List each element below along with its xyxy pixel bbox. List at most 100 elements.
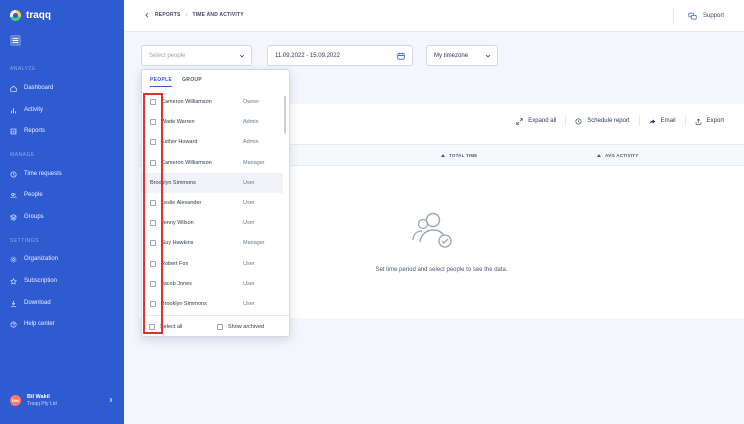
home-icon [10, 85, 17, 92]
people-dropdown: PEOPLE GROUP Cameron Williamson Owner Wad… [141, 69, 290, 337]
chevron-down-icon [239, 54, 245, 58]
schedule-report-label: Schedule report [587, 118, 630, 124]
person-role: Admin [243, 119, 259, 126]
list-item[interactable]: Wade Warren Admin [142, 112, 283, 132]
breadcrumb-separator: › [185, 12, 188, 18]
sidebar-item-organization[interactable]: Organization [10, 253, 58, 265]
star-icon [10, 277, 17, 285]
sidebar-item-label: Activity [24, 107, 44, 113]
show-archived-label: Show archived [228, 324, 265, 330]
list-item[interactable]: Guy Hawkins Manager [142, 233, 283, 253]
email-button[interactable]: Email [640, 116, 686, 126]
tab-people[interactable]: PEOPLE [150, 77, 173, 87]
user-name: Bil Wakil [27, 394, 50, 400]
schedule-icon [575, 118, 582, 124]
column-header-total-time[interactable]: TOTAL TIME [441, 153, 478, 158]
brand-logo[interactable]: traqq [10, 10, 51, 21]
empty-people-illustration-icon [412, 212, 452, 248]
top-bar: REPORTS › TIME AND ACTIVITY Support [124, 0, 744, 32]
person-role: User [243, 220, 255, 227]
list-item-hovered[interactable]: Brooklyn Simmons User [142, 172, 283, 193]
sort-arrow-icon [441, 154, 445, 157]
groups-icon [10, 213, 17, 221]
breadcrumb: REPORTS › TIME AND ACTIVITY [144, 12, 244, 18]
sidebar-item-label: People [24, 192, 43, 198]
person-role: Owner [243, 99, 260, 106]
column-label: TOTAL TIME [449, 153, 478, 158]
person-role: User [243, 260, 255, 267]
show-archived-checkbox[interactable]: Show archived [217, 324, 264, 330]
person-role: Admin [243, 139, 259, 146]
list-item[interactable]: Esther Howard Admin [142, 132, 283, 152]
list-scrollbar[interactable] [284, 96, 286, 134]
list-item[interactable]: Cameron Williamson Manager [142, 153, 283, 173]
download-icon [11, 300, 16, 307]
sidebar-item-dashboard[interactable]: Dashboard [10, 82, 53, 94]
people-icon [10, 192, 17, 198]
collapse-menu-button[interactable] [10, 35, 21, 46]
highlight-annotation-box [143, 93, 163, 334]
person-role: Manager [243, 159, 265, 166]
user-company: Traqq Pty Ltd [27, 401, 57, 407]
timezone-value: My timezone [434, 52, 469, 59]
help-icon [10, 321, 17, 327]
dropdown-footer: Select all Show archived [142, 315, 289, 337]
expand-all-label: Expand all [528, 118, 557, 124]
people-list: Cameron Williamson Owner Wade Warren Admin… [142, 92, 283, 314]
expand-all-button[interactable]: Expand all [507, 116, 567, 126]
person-name: Brooklyn Simmons [161, 300, 207, 307]
support-button[interactable]: Support [672, 8, 724, 24]
list-item[interactable]: Jacob Jones User [142, 274, 283, 294]
list-item[interactable]: Brooklyn Simmons User [142, 294, 283, 314]
breadcrumb-reports[interactable]: REPORTS [155, 12, 181, 18]
list-item[interactable]: Cameron Williamson Owner [142, 92, 283, 112]
bar-chart-icon [10, 107, 17, 113]
gear-icon [10, 256, 17, 262]
checkbox[interactable] [217, 324, 223, 330]
date-range-picker[interactable]: 11.09.2022 - 15.09.2022 [267, 45, 413, 66]
back-chevron-icon[interactable] [144, 12, 150, 18]
list-item[interactable]: Leslie Alexander User [142, 193, 283, 213]
calendar-icon [397, 52, 405, 60]
person-name: Jacob Jones [161, 280, 192, 287]
list-item[interactable]: Robert Fox User [142, 254, 283, 274]
sidebar-item-help-center[interactable]: Help center [10, 318, 55, 330]
sidebar-item-label: Time requests [24, 171, 62, 177]
chevron-right-icon [109, 397, 113, 403]
person-name: Leslie Alexander [161, 200, 202, 207]
list-item[interactable]: Jenny Wilson User [142, 213, 283, 233]
person-role: User [243, 179, 255, 186]
chevron-down-icon [485, 54, 491, 58]
column-header-avg-activity[interactable]: AVG ACTIVITY [597, 153, 638, 158]
person-name: Cameron Williamson [161, 99, 212, 106]
person-name: Esther Howard [161, 139, 198, 146]
reports-icon [10, 128, 17, 134]
person-role: Manager [243, 240, 265, 247]
schedule-report-button[interactable]: Schedule report [566, 116, 640, 126]
person-name: Cameron Williamson [161, 159, 212, 166]
user-profile[interactable]: BW Bil Wakil Traqq Pty Ltd [10, 394, 114, 407]
sidebar-item-subscription[interactable]: Subscription [10, 275, 57, 287]
sidebar-item-label: Groups [24, 214, 44, 220]
sidebar-item-activity[interactable]: Activity [10, 104, 43, 116]
sidebar-item-label: Organization [24, 256, 59, 262]
date-range-value: 11.09.2022 - 15.09.2022 [275, 52, 340, 59]
dropdown-tabs: PEOPLE GROUP [150, 77, 202, 87]
hamburger-icon [12, 37, 19, 44]
section-title-settings: SETTINGS [10, 238, 40, 244]
sidebar-item-time-requests[interactable]: Time requests [10, 168, 62, 180]
sidebar-item-people[interactable]: People [10, 189, 43, 201]
person-name: Jenny Wilson [161, 220, 194, 227]
sidebar-item-groups[interactable]: Groups [10, 211, 44, 223]
people-select[interactable]: Select people [141, 45, 252, 66]
traqq-logo-icon [10, 10, 21, 21]
tab-group[interactable]: GROUP [182, 77, 202, 87]
sidebar-item-label: Dashboard [24, 85, 54, 91]
timezone-select[interactable]: My timezone [426, 45, 498, 66]
avatar: BW [10, 395, 21, 406]
export-button[interactable]: Export [686, 116, 724, 126]
sidebar-item-download[interactable]: Download [10, 297, 51, 309]
sidebar-item-label: Download [24, 300, 51, 306]
sidebar-item-reports[interactable]: Reports [10, 125, 45, 137]
share-arrow-icon [649, 118, 655, 124]
